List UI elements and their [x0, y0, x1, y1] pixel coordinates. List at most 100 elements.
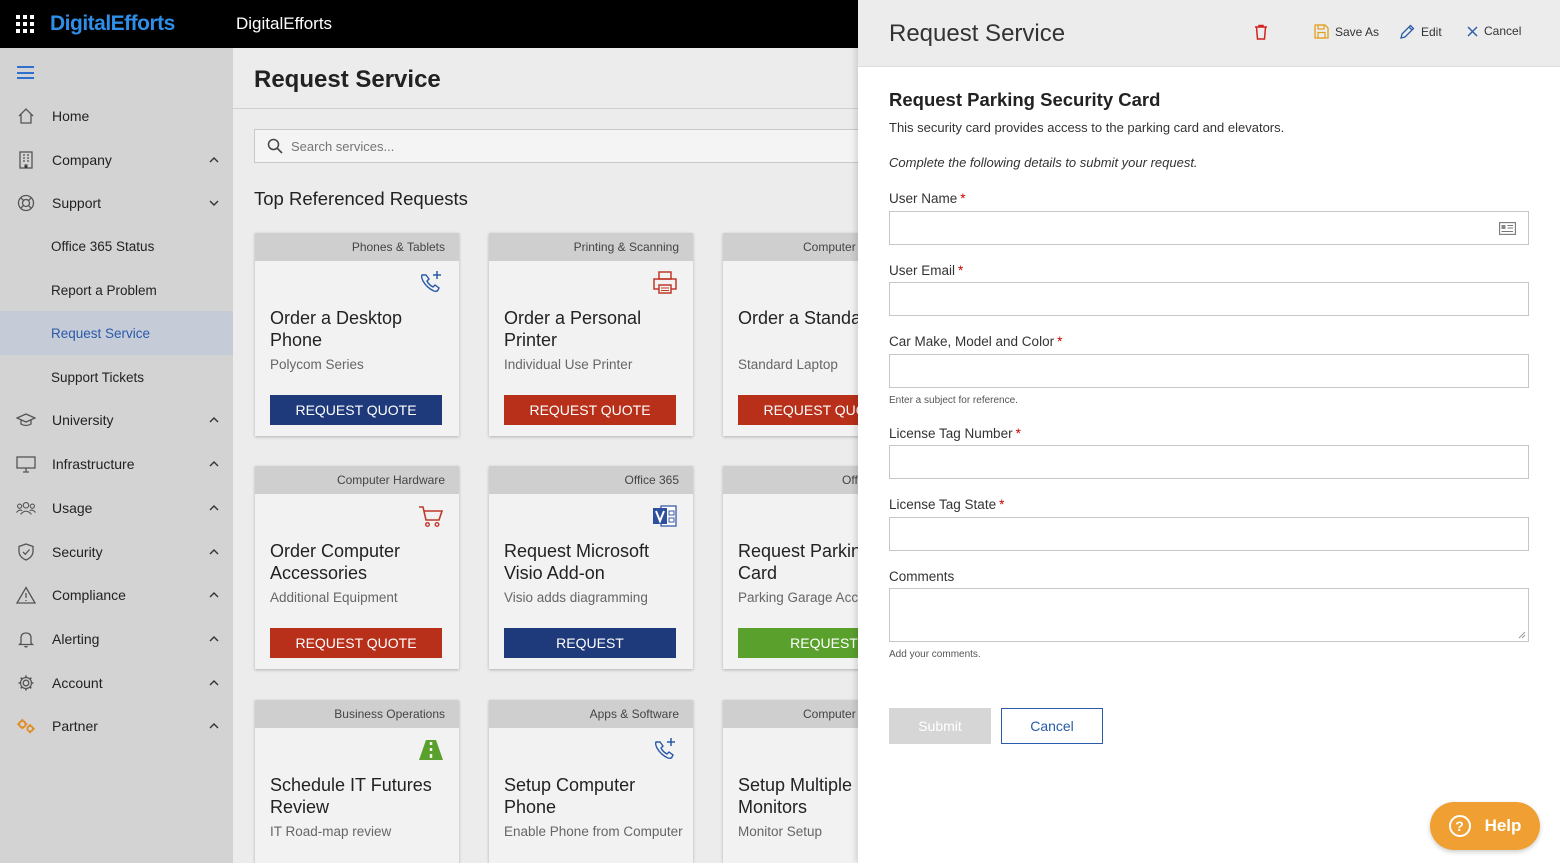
cancel-button[interactable]: Cancel — [1001, 708, 1103, 744]
sidebar-item-label: Security — [52, 544, 103, 560]
delete-button[interactable] — [1254, 24, 1274, 40]
service-card[interactable]: Phones & Tablets Order a Desktop Phone P… — [255, 233, 459, 436]
sidebar-item-label: Usage — [52, 500, 93, 516]
edit-label: Edit — [1421, 25, 1442, 39]
close-icon — [1467, 26, 1478, 36]
sidebar-item-home[interactable]: Home — [0, 94, 233, 138]
card-subtitle: Visio adds diagramming — [504, 590, 648, 605]
request-quote-button[interactable]: REQUEST QUOTE — [270, 395, 442, 425]
service-card[interactable]: Computer Order a Standard Laptop Standar… — [723, 233, 858, 436]
sidebar-item-label: Office 365 Status — [51, 238, 155, 254]
resize-handle-icon[interactable] — [1518, 631, 1526, 639]
chevron-up-icon[interactable] — [209, 503, 219, 513]
sidebar-item-support-tickets[interactable]: Support Tickets — [0, 355, 233, 399]
sidebar-item-alerting[interactable]: Alerting — [0, 617, 233, 661]
user-name-field[interactable] — [889, 211, 1529, 245]
service-card[interactable]: Computer Hardware Order Computer Accesso… — [255, 466, 459, 669]
home-icon — [16, 106, 36, 126]
sidebar-item-compliance[interactable]: Compliance — [0, 573, 233, 617]
car-details-hint: Enter a subject for reference. — [889, 395, 1018, 406]
card-category: Computer — [723, 700, 858, 728]
request-quote-button[interactable]: REQUEST QUOTE — [738, 395, 858, 425]
car-details-field[interactable] — [889, 354, 1529, 388]
license-tag-number-field[interactable] — [889, 445, 1529, 479]
service-card[interactable]: Apps & Software Setup Computer Phone Ena… — [489, 700, 693, 863]
save-as-button[interactable]: Save As — [1314, 24, 1379, 39]
sidebar-item-label: Support — [52, 195, 102, 211]
warning-icon — [16, 585, 36, 605]
card-title: Order a Standard Laptop — [738, 308, 858, 328]
sidebar-item-label: Support Tickets — [51, 369, 145, 385]
sidebar-item-university[interactable]: University — [0, 398, 233, 442]
service-card[interactable]: Computer Setup Multiple Desktop Monitors… — [723, 700, 858, 863]
request-button[interactable]: REQUEST — [504, 628, 676, 658]
card-category: Phones & Tablets — [255, 233, 459, 261]
card-category: Apps & Software — [489, 700, 693, 728]
card-category: Office 365 — [723, 466, 858, 494]
service-card[interactable]: Office 365 Request Microsoft Visio Add-o… — [489, 466, 693, 669]
search-input[interactable] — [291, 138, 791, 154]
form-description: This security card provides access to th… — [889, 120, 1285, 135]
form-title: Request Parking Security Card — [889, 89, 1161, 110]
search-icon — [267, 138, 283, 154]
edit-button[interactable]: Edit — [1399, 24, 1442, 40]
sidebar-item-label: Compliance — [52, 587, 126, 603]
sidebar-item-report-a-problem[interactable]: Report a Problem — [0, 268, 233, 312]
page-title: Request Service — [254, 66, 441, 93]
card-subtitle: Polycom Series — [270, 357, 364, 372]
card-title: Setup Computer Phone — [504, 775, 636, 817]
chevron-up-icon[interactable] — [209, 678, 219, 688]
chevron-up-icon[interactable] — [209, 547, 219, 557]
pencil-icon — [1400, 24, 1415, 39]
license-tag-state-field[interactable] — [889, 517, 1529, 551]
lifebuoy-icon — [16, 193, 36, 213]
hamburger-icon[interactable] — [17, 66, 34, 83]
sidebar-item-company[interactable]: Company — [0, 138, 233, 182]
card-title: Schedule IT Futures Review — [270, 775, 432, 817]
help-button[interactable]: ? Help — [1430, 802, 1540, 850]
sidebar-item-request-service[interactable]: Request Service — [0, 311, 233, 355]
phone-add-icon — [654, 738, 675, 760]
chevron-up-icon[interactable] — [209, 721, 219, 731]
service-card[interactable]: Printing & Scanning Order a Personal Pri… — [489, 233, 693, 436]
chevron-up-icon[interactable] — [209, 155, 219, 165]
chevron-down-icon[interactable] — [209, 198, 219, 208]
card-category: Computer — [723, 233, 858, 261]
request-quote-button[interactable]: REQUEST QUOTE — [504, 395, 676, 425]
card-subtitle: Individual Use Printer — [504, 357, 633, 372]
chevron-up-icon[interactable] — [209, 415, 219, 425]
service-card[interactable]: Office 365 Request Parking Security Card… — [723, 466, 858, 669]
card-title: Setup Multiple Desktop Monitors — [738, 775, 858, 817]
trash-icon — [1255, 24, 1267, 40]
card-category: Printing & Scanning — [489, 233, 693, 261]
chevron-up-icon[interactable] — [209, 459, 219, 469]
sidebar-item-infrastructure[interactable]: Infrastructure — [0, 442, 233, 486]
chevron-up-icon[interactable] — [209, 634, 219, 644]
request-quote-button[interactable]: REQUEST QUOTE — [270, 628, 442, 658]
chevron-up-icon[interactable] — [209, 590, 219, 600]
cancel-panel-button[interactable]: Cancel — [1467, 24, 1521, 38]
sidebar-item-account[interactable]: Account — [0, 661, 233, 705]
user-email-label: User Email * — [889, 263, 964, 278]
sidebar-item-office-365-status[interactable]: Office 365 Status — [0, 224, 233, 268]
brand-logo[interactable]: DigitalEfforts — [50, 12, 236, 36]
cart-icon — [419, 506, 444, 528]
sidebar-item-usage[interactable]: Usage — [0, 486, 233, 530]
sidebar-item-partner[interactable]: Partner — [0, 704, 233, 748]
comments-label: Comments — [889, 569, 955, 584]
card-subtitle: Standard Laptop — [738, 357, 838, 372]
service-card[interactable]: Business Operations Schedule IT Futures … — [255, 700, 459, 863]
sidebar-item-support[interactable]: Support — [0, 181, 233, 225]
comments-textarea[interactable] — [889, 588, 1529, 642]
user-email-field[interactable] — [889, 282, 1529, 316]
app-launcher-button[interactable] — [0, 0, 50, 48]
question-icon: ? — [1448, 815, 1471, 837]
sidebar-item-label: Infrastructure — [52, 456, 135, 472]
sidebar-item-security[interactable]: Security — [0, 530, 233, 574]
search-box[interactable] — [254, 129, 858, 163]
contact-card-icon[interactable] — [1499, 222, 1516, 235]
gear-icon — [16, 673, 36, 693]
users-icon — [16, 498, 36, 518]
request-button[interactable]: REQUEST — [738, 628, 858, 658]
submit-button[interactable]: Submit — [889, 708, 991, 744]
